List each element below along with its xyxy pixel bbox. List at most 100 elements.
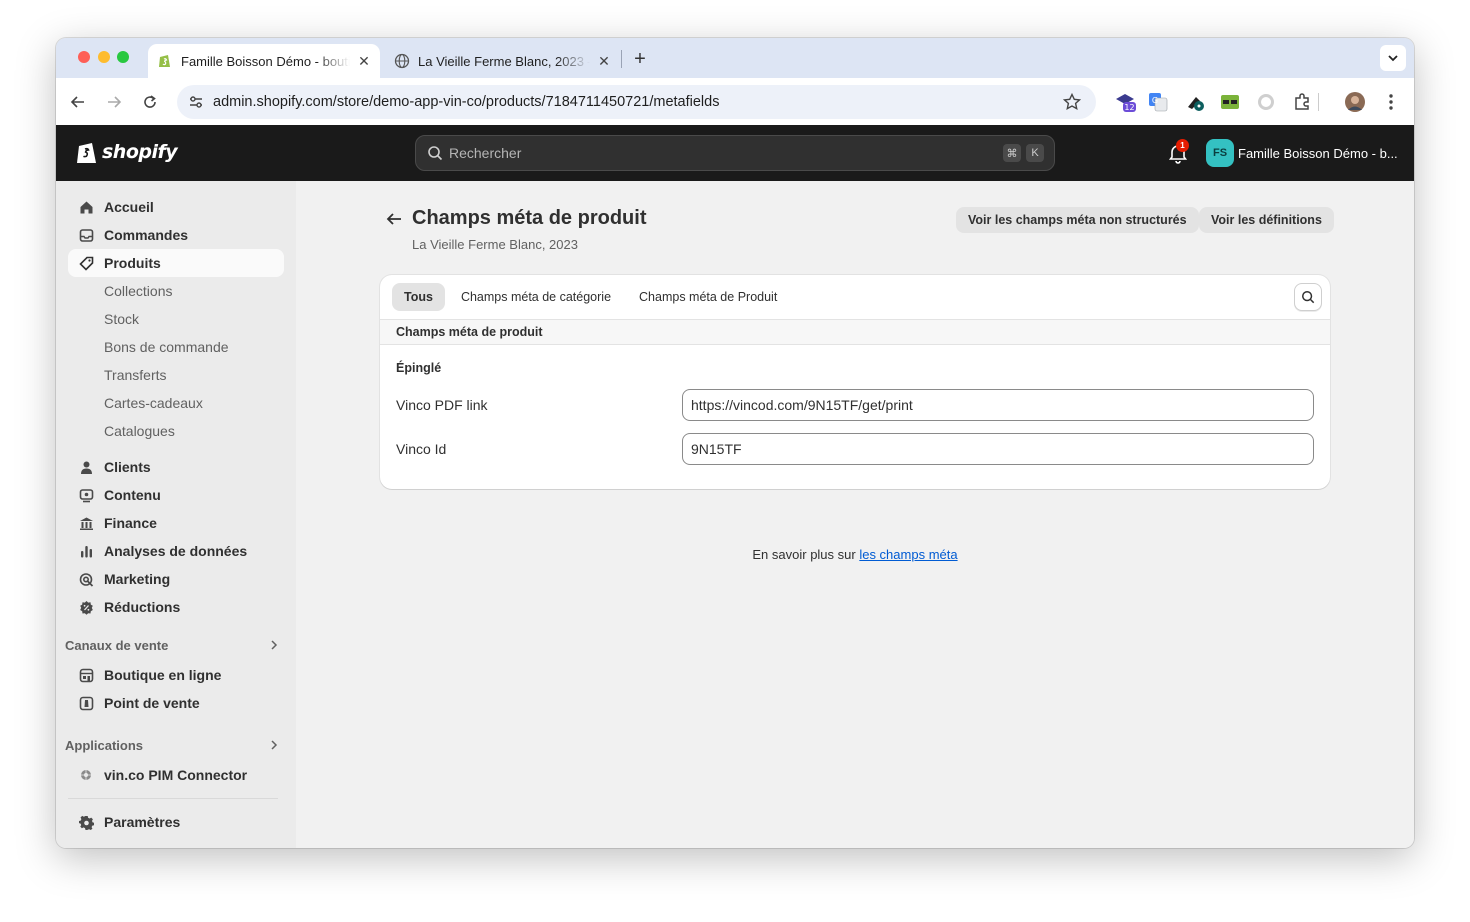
svg-text:G: G bbox=[1152, 96, 1158, 105]
reload-button[interactable] bbox=[138, 90, 162, 114]
reload-icon bbox=[144, 95, 156, 108]
target-icon bbox=[78, 571, 94, 587]
metafields-help-link[interactable]: les champs méta bbox=[859, 547, 957, 562]
forward-button[interactable] bbox=[102, 90, 126, 114]
close-tab-icon[interactable]: ✕ bbox=[596, 53, 612, 69]
sidebar-subitem-stock[interactable]: Stock bbox=[104, 305, 139, 333]
loading-extension-icon[interactable] bbox=[1255, 91, 1277, 113]
sidebar-subitem-collections[interactable]: Collections bbox=[104, 277, 172, 305]
browser-toolbar: admin.shopify.com/store/demo-app-vin-co/… bbox=[56, 78, 1414, 125]
sidebar-subitem-catalogues[interactable]: Catalogues bbox=[104, 417, 175, 445]
browser-tab-shopify[interactable]: Famille Boisson Démo - boutique ✕ bbox=[148, 44, 380, 78]
sidebar-item-label: Point de vente bbox=[104, 695, 200, 711]
chevron-right-icon bbox=[271, 640, 278, 650]
close-window-button[interactable] bbox=[78, 51, 90, 63]
section-heading-label: Applications bbox=[65, 737, 144, 753]
shopify-favicon-icon bbox=[159, 55, 170, 67]
sidebar-item-label: Marketing bbox=[104, 571, 171, 587]
sales-channels-heading[interactable]: Canaux de vente bbox=[65, 633, 287, 657]
field-input-pdf-link[interactable]: https://vincod.com/9N15TF/get/print bbox=[682, 389, 1314, 421]
sidebar-subitem-bons-de-commande[interactable]: Bons de commande bbox=[104, 333, 229, 361]
translate-extension-icon[interactable]: G bbox=[1147, 91, 1169, 113]
admin-search-bar[interactable]: Rechercher ⌘ K bbox=[415, 135, 1055, 171]
footer-text: En savoir plus sur bbox=[752, 547, 860, 562]
metafield-search-button[interactable] bbox=[1294, 283, 1322, 311]
address-bar[interactable]: admin.shopify.com/store/demo-app-vin-co/… bbox=[177, 85, 1096, 119]
sidebar-item-label: Contenu bbox=[104, 487, 161, 503]
back-arrow-icon[interactable] bbox=[384, 209, 404, 229]
metafield-tabs: Tous Champs méta de catégorie Champs mét… bbox=[380, 275, 1330, 319]
applications-heading[interactable]: Applications bbox=[65, 733, 287, 757]
sidebar-item-produits[interactable]: Produits bbox=[68, 249, 284, 277]
tab-category-metafields[interactable]: Champs méta de catégorie bbox=[449, 283, 623, 311]
browser-menu-icon[interactable] bbox=[1380, 91, 1402, 113]
tab-strip: Famille Boisson Démo - boutique ✕ La Vie… bbox=[56, 38, 1414, 78]
person-icon bbox=[78, 459, 94, 475]
arrow-right-icon bbox=[108, 96, 122, 108]
bank-icon bbox=[78, 515, 94, 531]
section-heading-label: Canaux de vente bbox=[65, 637, 169, 653]
store-avatar: FS bbox=[1206, 139, 1234, 167]
sidebar-item-finance[interactable]: Finance bbox=[68, 509, 284, 537]
sidebar-item-label: Produits bbox=[104, 255, 161, 271]
sidebar: Accueil Commandes Produits Collections S… bbox=[56, 181, 296, 848]
minimize-window-button[interactable] bbox=[98, 51, 110, 63]
tab-tous[interactable]: Tous bbox=[392, 283, 445, 311]
field-input-vinco-id[interactable]: 9N15TF bbox=[682, 433, 1314, 465]
sidebar-item-parametres[interactable]: Paramètres bbox=[68, 808, 284, 836]
bookmark-star-icon[interactable] bbox=[1062, 92, 1082, 112]
tab-search-button[interactable] bbox=[1380, 45, 1406, 71]
sidebar-item-label: Clients bbox=[104, 459, 151, 475]
sidebar-item-label: Boutique en ligne bbox=[104, 667, 222, 683]
arrow-left-icon bbox=[70, 96, 84, 108]
discount-icon bbox=[78, 599, 94, 615]
search-icon bbox=[428, 146, 443, 161]
profile-avatar[interactable] bbox=[1344, 91, 1366, 113]
sidebar-item-boutique-en-ligne[interactable]: Boutique en ligne bbox=[68, 661, 284, 689]
close-tab-icon[interactable]: ✕ bbox=[356, 53, 372, 69]
sidebar-item-label: Accueil bbox=[104, 199, 154, 215]
extension-cap-icon[interactable]: 12 bbox=[1114, 91, 1136, 113]
sidebar-item-vinco-app[interactable]: vin.co PIM Connector bbox=[68, 761, 284, 789]
glasses-extension-icon[interactable] bbox=[1219, 91, 1241, 113]
sidebar-item-accueil[interactable]: Accueil bbox=[68, 193, 284, 221]
sidebar-item-clients[interactable]: Clients bbox=[68, 453, 284, 481]
chevron-right-icon bbox=[271, 740, 278, 750]
site-settings-icon bbox=[190, 96, 202, 108]
pos-icon bbox=[78, 695, 94, 711]
tab-product-metafields[interactable]: Champs méta de Produit bbox=[627, 283, 789, 311]
dropper-extension-icon[interactable] bbox=[1184, 91, 1206, 113]
store-icon bbox=[78, 667, 94, 683]
sidebar-item-point-de-vente[interactable]: Point de vente bbox=[68, 689, 284, 717]
home-icon bbox=[78, 199, 94, 215]
browser-window: Famille Boisson Démo - boutique ✕ La Vie… bbox=[56, 38, 1414, 848]
sidebar-subitem-cartes-cadeaux[interactable]: Cartes-cadeaux bbox=[104, 389, 203, 417]
sidebar-subitem-transferts[interactable]: Transferts bbox=[104, 361, 167, 389]
inbox-icon bbox=[78, 227, 94, 243]
unstructured-metafields-button[interactable]: Voir les champs méta non structurés bbox=[956, 207, 1199, 233]
shopify-logo[interactable]: shopify bbox=[76, 139, 178, 165]
sidebar-item-reductions[interactable]: Réductions bbox=[68, 593, 284, 621]
sidebar-item-analyses[interactable]: Analyses de données bbox=[68, 537, 284, 565]
sidebar-item-commandes[interactable]: Commandes bbox=[68, 221, 284, 249]
new-tab-button[interactable]: + bbox=[628, 47, 652, 71]
content-icon bbox=[78, 487, 94, 503]
extensions-puzzle-icon[interactable] bbox=[1291, 91, 1313, 113]
shortcut-key-k: K bbox=[1026, 144, 1044, 162]
extension-badge: 12 bbox=[1124, 103, 1134, 112]
toolbar-divider bbox=[1318, 93, 1319, 111]
browser-tab-product[interactable]: La Vieille Ferme Blanc, 2023 – ✕ bbox=[388, 44, 620, 78]
shopify-topbar: shopify Rechercher ⌘ K 1 FS Famille Bois… bbox=[56, 125, 1414, 181]
store-name: Famille Boisson Démo - b... bbox=[1238, 145, 1398, 161]
field-label-pdf-link: Vinco PDF link bbox=[396, 397, 488, 413]
maximize-window-button[interactable] bbox=[117, 51, 129, 63]
shopify-bag-icon bbox=[77, 143, 96, 163]
store-menu-button[interactable]: FS Famille Boisson Démo - b... bbox=[1206, 139, 1398, 167]
globe-icon bbox=[394, 53, 410, 69]
back-button[interactable] bbox=[66, 90, 90, 114]
definitions-button[interactable]: Voir les définitions bbox=[1199, 207, 1334, 233]
gear-icon bbox=[78, 814, 94, 830]
sidebar-item-label: vin.co PIM Connector bbox=[104, 767, 248, 783]
sidebar-item-marketing[interactable]: Marketing bbox=[68, 565, 284, 593]
sidebar-item-contenu[interactable]: Contenu bbox=[68, 481, 284, 509]
